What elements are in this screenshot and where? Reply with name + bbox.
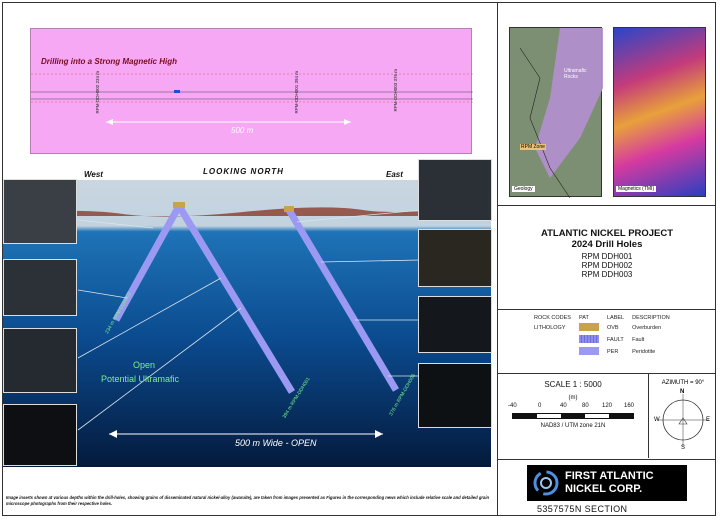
title-block: ATLANTIC NICKEL PROJECT 2024 Drill Holes… [498, 228, 716, 279]
logo-line2: NICKEL CORP. [565, 483, 643, 495]
geology-caption: Geology [512, 186, 535, 192]
azimuth-label: AZIMUTH = 90° [661, 380, 705, 386]
compass-north: N [680, 389, 685, 395]
legend-description: Fault [632, 337, 645, 343]
divider [498, 205, 716, 206]
plan-scale-label: 500 m [231, 126, 254, 135]
magnetics-map: Magnetics (TMI) [613, 27, 706, 197]
legend-code: OVB [606, 325, 619, 331]
open-label: Open [133, 360, 156, 370]
legend-code: FAULT [606, 337, 624, 343]
divider [648, 374, 649, 458]
legend-description: Overburden [632, 325, 662, 331]
divider [498, 309, 716, 310]
plan-hole-label: RPM-DDH003 376 m [393, 69, 398, 112]
legend-table: ROCK CODES PAT LABEL DESCRIPTION LITHOLO… [530, 314, 674, 358]
scale-bar [512, 413, 634, 419]
scale-title: SCALE 1 : 5000 [544, 380, 602, 389]
scale-tick: 0 [538, 403, 542, 409]
scale-tick: 40 [560, 403, 567, 409]
section-width-label: 500 m Wide - OPEN [235, 438, 317, 448]
geology-map-graphic [519, 28, 603, 199]
core-photo-insert [3, 179, 77, 244]
scale-block: SCALE 1 : 5000 (m) -40 0 40 80 120 160 N… [498, 380, 648, 429]
company-logo: FIRST ATLANTIC NICKEL CORP. [527, 465, 687, 501]
legend-swatch [578, 335, 599, 343]
west-label: West [84, 170, 103, 179]
core-photo-insert [3, 328, 77, 393]
legend-code: PER [606, 349, 619, 355]
divider [498, 459, 716, 460]
legend-swatch [578, 347, 599, 355]
geology-overlay-label: Ultramafic Rocks [564, 68, 587, 80]
legend-swatch [578, 323, 599, 331]
scale-datum: NAD83 / UTM zone 21N [540, 423, 606, 429]
east-label: East [386, 170, 403, 179]
project-subtitle: 2024 Drill Holes [571, 239, 643, 250]
scale-tick: -40 [508, 403, 517, 409]
footnote: Image inserts shown at various depths wi… [6, 495, 490, 506]
scale-tick: 160 [624, 403, 635, 409]
legend-header: DESCRIPTION [632, 315, 670, 321]
core-photo-insert [418, 229, 492, 287]
legend-header: LITHOLOGY [534, 325, 566, 331]
legend-header: ROCK CODES [534, 315, 571, 321]
scale-tick: 80 [582, 403, 589, 409]
hole-list-item: RPM DDH002 [581, 261, 633, 270]
azimuth-block: AZIMUTH = 90° N S E W [650, 380, 716, 451]
scale-unit: (m) [568, 395, 578, 401]
plan-hole-label: RPM-DDH001 394 m [294, 71, 299, 114]
plan-hole-label: RPM-DDH002 234 m [95, 71, 100, 114]
legend-header: LABEL [606, 315, 625, 321]
core-photo-insert [418, 363, 492, 428]
potential-ultramafic-label: Potential Ultramafic [101, 374, 180, 384]
legend-description: Peridotite [632, 349, 656, 355]
compass-south: S [681, 445, 686, 451]
geology-zone-label: RPM Zone [520, 144, 546, 150]
legend-swatch-cell [575, 322, 603, 334]
compass-west: W [654, 417, 660, 423]
hole-list-item: RPM DDH001 [581, 252, 633, 261]
magnetics-caption: Magnetics (TMI) [616, 186, 657, 192]
scale-ticks: -40 0 40 80 120 160 [498, 403, 648, 411]
section-number: 5357575N SECTION [537, 504, 628, 514]
core-photo-insert [418, 296, 492, 353]
core-photo-insert [418, 159, 492, 221]
hole-list-item: RPM DDH003 [581, 270, 633, 279]
core-photo-insert [3, 404, 77, 466]
looking-north-label: LOOKING NORTH [203, 167, 284, 176]
legend-swatch-cell [575, 334, 603, 346]
legend-header: PAT [578, 315, 589, 321]
core-photo-insert [3, 259, 77, 316]
plan-view: Drilling into a Strong Magnetic High RPM… [30, 28, 473, 154]
divider [498, 373, 716, 374]
compass-icon [657, 394, 709, 446]
project-title: ATLANTIC NICKEL PROJECT [540, 228, 674, 239]
logo-mark-icon [533, 470, 559, 496]
logo-line1: FIRST ATLANTIC [565, 470, 654, 482]
geology-map: Ultramafic Rocks RPM Zone Geology [509, 27, 603, 199]
scale-tick: 120 [602, 403, 613, 409]
compass-east: E [706, 417, 711, 423]
legend-swatch-cell [575, 346, 603, 358]
